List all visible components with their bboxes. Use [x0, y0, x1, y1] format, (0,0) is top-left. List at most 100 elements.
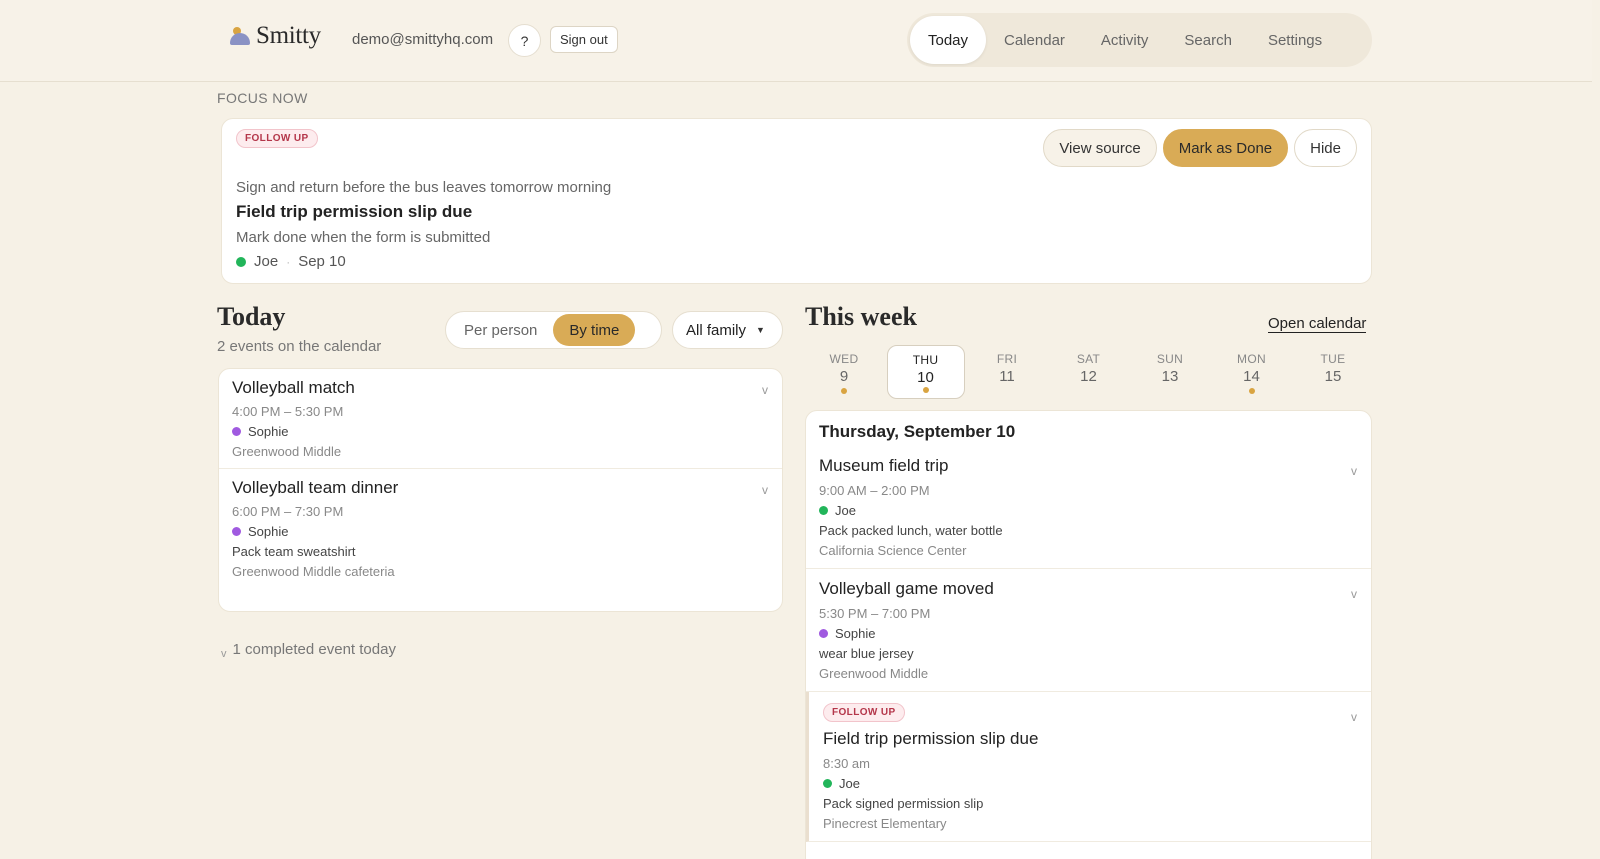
- day-name: FRI: [996, 352, 1018, 366]
- event-location: Greenwood Middle: [232, 444, 342, 459]
- list-item[interactable]: Volleyball match 4:00 PM – 5:30 PM Sophi…: [219, 369, 782, 469]
- focus-person: Joe: [254, 253, 279, 270]
- tab-activity[interactable]: Activity: [1083, 16, 1167, 64]
- hide-button[interactable]: Hide: [1294, 129, 1357, 167]
- event-title: Volleyball team dinner: [232, 478, 399, 497]
- week-day-strip: WED 9 THU 10 FRI 11 SAT 12 SUN 13 MON 14…: [805, 345, 1372, 399]
- chevron-down-icon[interactable]: v: [762, 383, 768, 397]
- day-name: SUN: [1156, 352, 1184, 366]
- event-time: 5:30 PM – 7:00 PM: [819, 606, 931, 621]
- focus-section-label: FOCUS NOW: [217, 90, 308, 106]
- event-person: Sophie: [232, 424, 769, 439]
- event-title: Volleyball match: [232, 378, 355, 397]
- focus-meta: Joe · Sep 10: [236, 253, 346, 270]
- app-logo[interactable]: Smitty: [230, 22, 321, 50]
- focus-title: Field trip permission slip due: [236, 202, 473, 221]
- event-person: Sophie: [819, 626, 1358, 641]
- follow-up-badge: FOLLOW UP: [236, 129, 318, 148]
- view-toggle: Per person By time: [445, 311, 662, 349]
- day-name: TUE: [1320, 352, 1346, 366]
- caret-down-icon: ▼: [756, 325, 765, 335]
- event-location: California Science Center: [819, 543, 967, 558]
- day-thu[interactable]: THU 10: [886, 345, 965, 399]
- today-subtitle: 2 events on the calendar: [217, 338, 382, 355]
- focus-card: FOLLOW UP View source Mark as Done Hide …: [221, 118, 1372, 284]
- tab-search[interactable]: Search: [1166, 16, 1250, 64]
- view-source-button[interactable]: View source: [1043, 129, 1157, 167]
- user-email: demo@smittyhq.com: [352, 31, 494, 48]
- family-filter-label: All family: [686, 321, 747, 339]
- event-person-name: Joe: [835, 503, 856, 518]
- event-title: Volleyball game moved: [819, 579, 994, 598]
- day-sat[interactable]: SAT 12: [1050, 345, 1128, 399]
- focus-note: Mark done when the form is submitted: [236, 229, 491, 246]
- completed-label: 1 completed event today: [232, 641, 396, 658]
- day-number: 10: [917, 369, 934, 386]
- day-tue[interactable]: TUE 15: [1294, 345, 1372, 399]
- week-title: This week: [805, 302, 917, 331]
- chevron-down-icon[interactable]: v: [1351, 710, 1357, 724]
- event-dot-icon: [1248, 388, 1255, 394]
- today-title: Today: [217, 302, 286, 331]
- event-note: wear blue jersey: [819, 646, 914, 661]
- event-time: 4:00 PM – 5:30 PM: [232, 404, 344, 419]
- day-number: 14: [1243, 368, 1260, 385]
- event-dot-icon: [841, 388, 847, 394]
- today-event-list: Volleyball match 4:00 PM – 5:30 PM Sophi…: [218, 368, 783, 612]
- help-button[interactable]: ?: [508, 24, 541, 57]
- day-number: 9: [839, 368, 849, 385]
- person-dot-icon: [232, 527, 241, 536]
- focus-date: Sep 10: [298, 253, 346, 270]
- event-note: Pack packed lunch, water bottle: [819, 523, 1003, 538]
- mark-done-button[interactable]: Mark as Done: [1162, 129, 1289, 167]
- sign-out-button[interactable]: Sign out: [550, 26, 618, 53]
- event-location: Greenwood Middle cafeteria: [232, 564, 395, 579]
- person-dot-icon: [819, 506, 828, 515]
- follow-up-badge: FOLLOW UP: [823, 703, 905, 722]
- person-dot-icon: [823, 779, 832, 788]
- event-person-name: Sophie: [835, 626, 876, 641]
- event-title: Museum field trip: [819, 456, 949, 475]
- list-item[interactable]: Volleyball game moved 5:30 PM – 7:00 PM …: [806, 569, 1371, 692]
- day-mon[interactable]: MON 14: [1213, 345, 1291, 399]
- person-dot-icon: [236, 256, 246, 267]
- focus-actions: View source Mark as Done Hide: [1043, 129, 1357, 167]
- separator-dot: ·: [286, 254, 291, 269]
- event-person-name: Sophie: [248, 424, 289, 439]
- completed-events-toggle[interactable]: v 1 completed event today: [221, 641, 396, 660]
- by-time-toggle[interactable]: By time: [553, 314, 636, 346]
- list-item[interactable]: Museum field trip 9:00 AM – 2:00 PM Joe …: [806, 446, 1371, 569]
- list-item[interactable]: FOLLOW UP Field trip permission slip due…: [806, 692, 1371, 842]
- family-filter-select[interactable]: All family ▼: [672, 311, 783, 349]
- per-person-toggle[interactable]: Per person: [448, 314, 553, 346]
- event-person-name: Joe: [839, 776, 860, 791]
- chevron-down-icon[interactable]: v: [1351, 464, 1357, 478]
- logo-text: Smitty: [256, 22, 321, 49]
- event-note: Pack signed permission slip: [823, 796, 984, 811]
- chevron-down-icon[interactable]: v: [1351, 587, 1357, 601]
- open-calendar-link[interactable]: Open calendar: [1268, 316, 1367, 333]
- tab-settings[interactable]: Settings: [1250, 16, 1340, 64]
- day-number: 12: [1080, 368, 1097, 385]
- day-fri[interactable]: FRI 11: [968, 345, 1046, 399]
- day-name: SAT: [1076, 352, 1101, 366]
- tab-calendar[interactable]: Calendar: [986, 16, 1083, 64]
- tab-today[interactable]: Today: [910, 16, 987, 64]
- day-sun[interactable]: SUN 13: [1131, 345, 1209, 399]
- day-number: 11: [999, 368, 1015, 385]
- top-header: Smitty demo@smittyhq.com ? Sign out Toda…: [0, 0, 1592, 82]
- day-name: MON: [1237, 352, 1266, 366]
- event-time: 8:30 am: [823, 756, 870, 771]
- event-title: Field trip permission slip due: [823, 729, 1039, 748]
- event-note: Pack team sweatshirt: [232, 544, 356, 559]
- event-person: Joe: [823, 776, 1358, 791]
- event-person: Sophie: [232, 524, 769, 539]
- day-wed[interactable]: WED 9: [805, 345, 883, 399]
- event-time: 6:00 PM – 7:30 PM: [232, 504, 344, 519]
- selected-date-heading: Thursday, September 10: [819, 422, 1016, 441]
- event-location: Greenwood Middle: [819, 666, 929, 681]
- list-item[interactable]: Volleyball team dinner 6:00 PM – 7:30 PM…: [219, 469, 782, 588]
- day-name: THU: [912, 353, 939, 367]
- day-number: 15: [1324, 368, 1342, 385]
- chevron-down-icon[interactable]: v: [762, 483, 768, 497]
